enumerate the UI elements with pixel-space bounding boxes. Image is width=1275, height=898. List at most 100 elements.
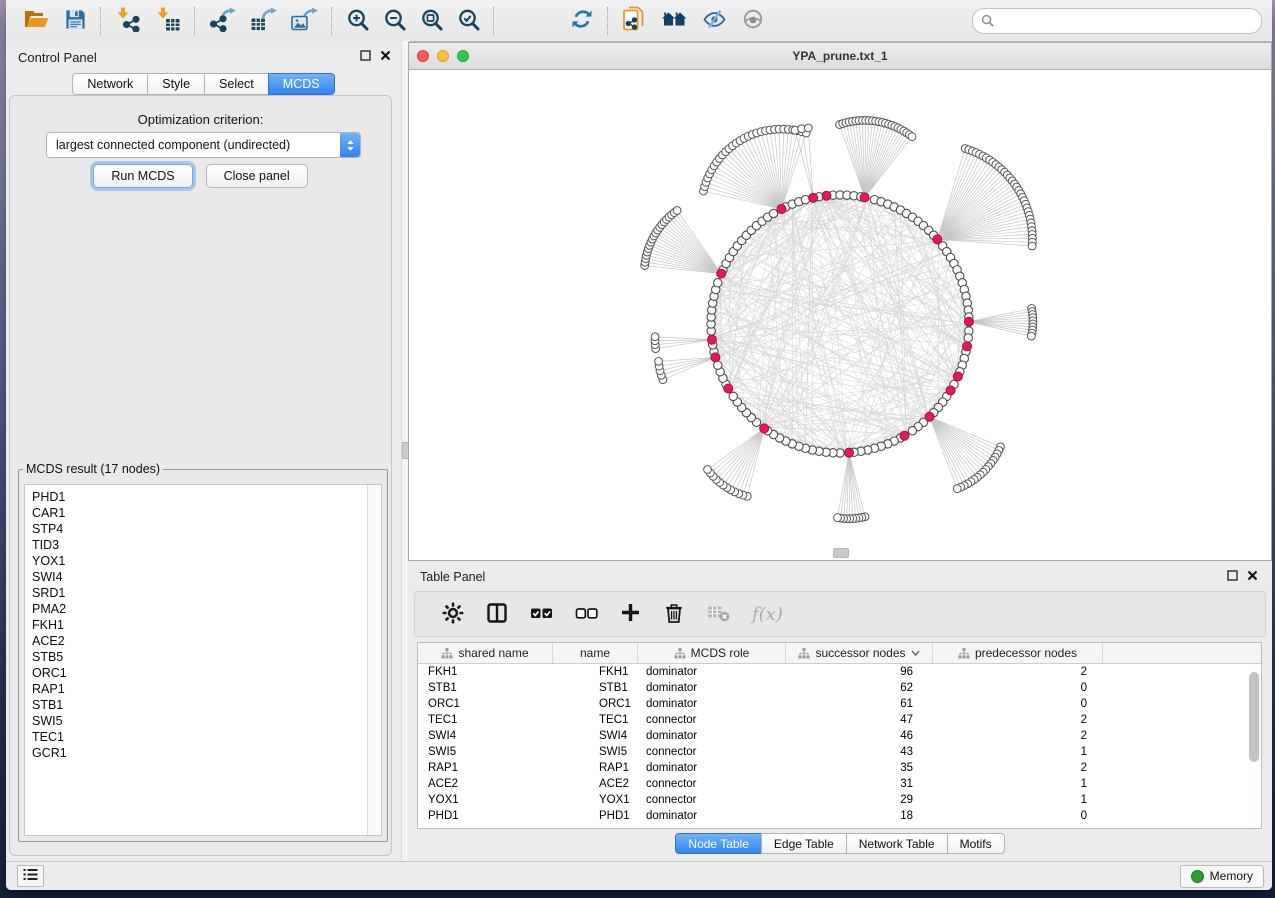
table-cell[interactable]: 18 (786, 810, 933, 822)
table-cell[interactable]: connector (638, 746, 786, 758)
table-cell[interactable]: 31 (786, 778, 933, 790)
table-cell[interactable]: dominator (638, 698, 786, 710)
mcds-result-item[interactable]: YOX1 (25, 553, 381, 569)
table-cell[interactable]: RAP1 (553, 762, 638, 774)
table-cell[interactable]: PHD1 (418, 810, 553, 822)
table-cell[interactable]: 0 (933, 698, 1103, 710)
table-row[interactable]: PHD1PHD1dominator180 (418, 808, 1261, 824)
tab-motifs[interactable]: Motifs (947, 833, 1005, 854)
mcds-result-list[interactable]: PHD1CAR1STP4TID3YOX1SWI4SRD1PMA2FKH1ACE2… (24, 484, 382, 836)
mcds-result-item[interactable]: SRD1 (25, 585, 381, 601)
function-builder-button[interactable]: f(x) (752, 604, 783, 625)
mcds-result-item[interactable]: ORC1 (25, 665, 381, 681)
table-cell[interactable]: dominator (638, 810, 786, 822)
table-row[interactable]: ORC1ORC1dominator610 (418, 696, 1261, 712)
add-column-button[interactable] (620, 602, 641, 626)
mcds-result-item[interactable]: FKH1 (25, 617, 381, 633)
table-cell[interactable]: ACE2 (553, 778, 638, 790)
table-cell[interactable]: dominator (638, 666, 786, 678)
export-network-button[interactable] (209, 7, 236, 35)
table-row[interactable]: FKH1FKH1dominator962 (418, 664, 1261, 680)
column-header-name[interactable]: name (553, 643, 638, 663)
table-cell[interactable]: ORC1 (418, 698, 553, 710)
float-panel-icon[interactable] (1227, 568, 1238, 586)
mcds-result-item[interactable]: SWI4 (25, 569, 381, 585)
table-cell[interactable]: SWI4 (418, 730, 553, 742)
column-header-predecessor-nodes[interactable]: predecessor nodes (933, 643, 1103, 663)
table-cell[interactable]: 0 (933, 810, 1103, 822)
zoom-out-button[interactable] (383, 8, 406, 34)
table-vscrollbar[interactable] (1248, 664, 1260, 826)
zoom-fit-button[interactable] (420, 8, 443, 34)
optimization-criterion-select[interactable]: largest connected component (undirected) (46, 132, 361, 158)
table-cell[interactable]: connector (638, 794, 786, 806)
mcds-result-item[interactable]: PHD1 (25, 489, 381, 505)
table-cell[interactable]: 43 (786, 746, 933, 758)
tab-style[interactable]: Style (147, 73, 205, 95)
table-cell[interactable]: 29 (786, 794, 933, 806)
table-cell[interactable]: YOX1 (418, 794, 553, 806)
table-cell[interactable]: connector (638, 714, 786, 726)
clone-network-button[interactable] (622, 6, 647, 35)
table-row[interactable]: RAP1RAP1dominator352 (418, 760, 1261, 776)
close-panel-button[interactable]: Close panel (206, 164, 308, 188)
select-all-button[interactable] (530, 602, 553, 627)
table-cell[interactable]: SWI5 (553, 746, 638, 758)
save-session-button[interactable] (64, 8, 87, 34)
table-cell[interactable]: dominator (638, 762, 786, 774)
show-graphics-button[interactable] (741, 8, 765, 33)
import-table-button[interactable] (155, 6, 181, 35)
table-cell[interactable]: 0 (933, 682, 1103, 694)
table-row[interactable]: SWI4SWI4dominator462 (418, 728, 1261, 744)
delete-column-button[interactable] (663, 601, 685, 627)
table-cell[interactable]: 1 (933, 794, 1103, 806)
table-cell[interactable]: YOX1 (553, 794, 638, 806)
close-panel-icon[interactable] (380, 48, 391, 66)
import-network-button[interactable] (115, 6, 141, 35)
zoom-selected-button[interactable] (457, 8, 480, 34)
table-cell[interactable]: 2 (933, 666, 1103, 678)
mcds-result-item[interactable]: CAR1 (25, 505, 381, 521)
close-panel-icon[interactable] (1247, 568, 1258, 586)
tab-edge-table[interactable]: Edge Table (761, 833, 847, 854)
table-cell[interactable]: 61 (786, 698, 933, 710)
memory-button[interactable]: Memory (1180, 865, 1264, 888)
table-vscroll-thumb[interactable] (1249, 672, 1259, 762)
table-cell[interactable]: 47 (786, 714, 933, 726)
network-hscroll-thumb[interactable] (833, 548, 849, 558)
table-cell[interactable]: 2 (933, 762, 1103, 774)
table-cell[interactable]: dominator (638, 730, 786, 742)
show-column-button[interactable] (486, 602, 508, 627)
open-file-button[interactable] (23, 7, 50, 34)
table-cell[interactable]: 35 (786, 762, 933, 774)
mcds-result-item[interactable]: STP4 (25, 521, 381, 537)
table-cell[interactable]: FKH1 (553, 666, 638, 678)
table-cell[interactable]: STB1 (553, 682, 638, 694)
column-header-shared-name[interactable]: shared name (418, 643, 553, 663)
table-row[interactable]: TEC1TEC1connector472 (418, 712, 1261, 728)
mcds-result-item[interactable]: GCR1 (25, 745, 381, 761)
table-row[interactable]: STB1STB1dominator620 (418, 680, 1261, 696)
deselect-all-button[interactable] (575, 602, 598, 627)
tab-node-table[interactable]: Node Table (675, 833, 762, 854)
network-graph[interactable] (409, 69, 1271, 560)
table-cell[interactable]: SWI5 (418, 746, 553, 758)
table-cell[interactable]: connector (638, 778, 786, 790)
table-cell[interactable]: 46 (786, 730, 933, 742)
table-cell[interactable]: ACE2 (418, 778, 553, 790)
mcds-result-item[interactable]: TEC1 (25, 729, 381, 745)
search-box[interactable] (972, 8, 1262, 34)
panel-list-button[interactable] (17, 865, 44, 887)
table-cell[interactable]: STB1 (418, 682, 553, 694)
table-row[interactable]: YOX1YOX1connector291 (418, 792, 1261, 808)
network-canvas[interactable] (409, 69, 1271, 560)
mcds-result-item[interactable]: SWI5 (25, 713, 381, 729)
mcds-result-item[interactable]: STB5 (25, 649, 381, 665)
table-cell[interactable]: 2 (933, 714, 1103, 726)
table-cell[interactable]: 1 (933, 778, 1103, 790)
tab-select[interactable]: Select (204, 73, 269, 95)
delete-table-button[interactable] (707, 602, 730, 626)
mcds-result-item[interactable]: TID3 (25, 537, 381, 553)
table-cell[interactable]: RAP1 (418, 762, 553, 774)
home-button[interactable] (661, 8, 688, 33)
